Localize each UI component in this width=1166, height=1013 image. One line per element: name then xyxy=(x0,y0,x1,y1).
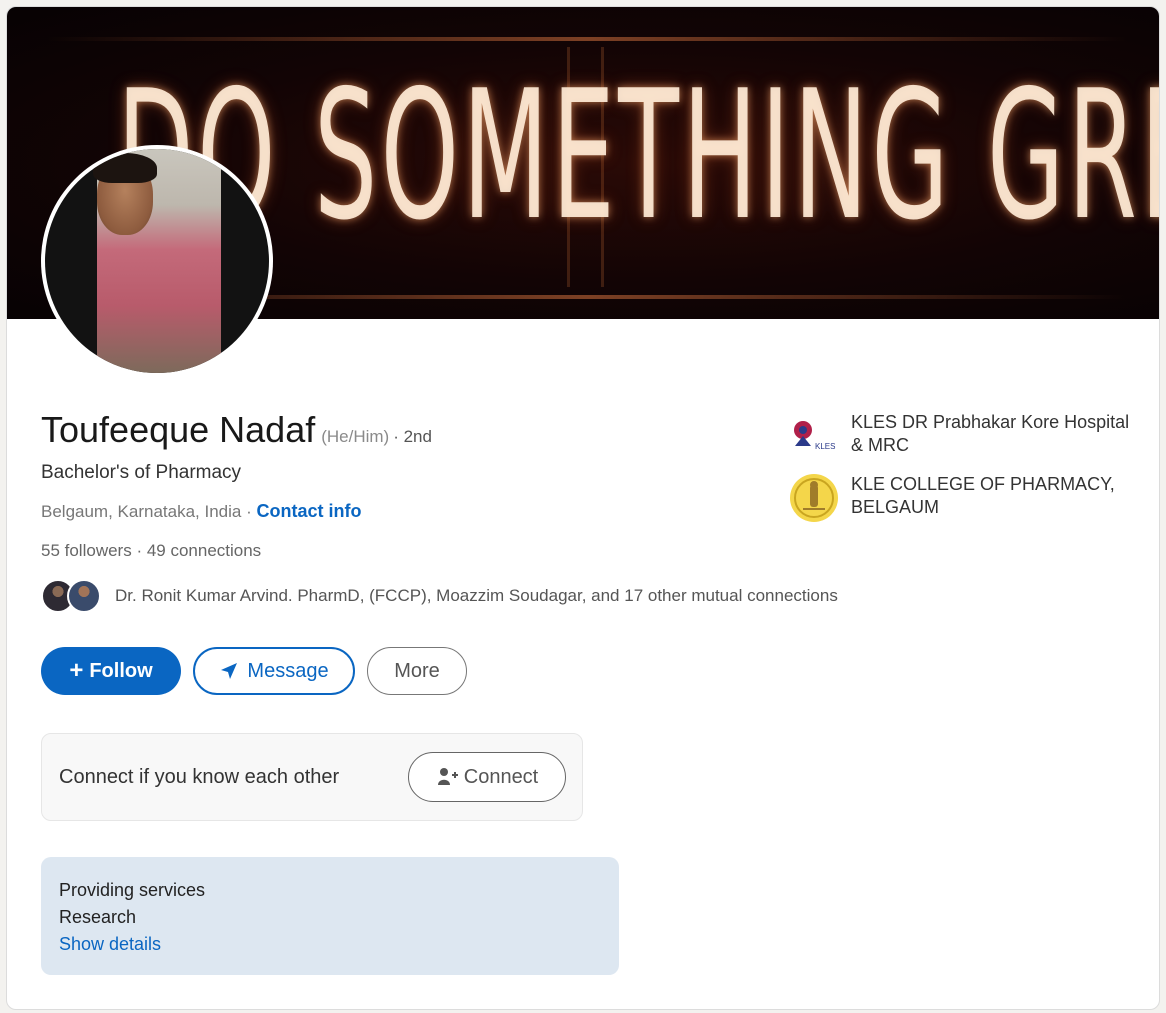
profile-name: Toufeeque Nadaf xyxy=(41,409,316,450)
connect-button[interactable]: Connect xyxy=(408,752,566,802)
profile-location: Belgaum, Karnataka, India · xyxy=(41,502,252,521)
message-button[interactable]: Message xyxy=(193,647,355,695)
services-value: Research xyxy=(59,907,137,927)
kle-college-seal-icon xyxy=(789,473,839,523)
connect-label: Connect xyxy=(463,765,539,788)
mutual-connections-text: Dr. Ronit Kumar Arvind. PharmD, (FCCP), … xyxy=(115,586,838,605)
services-card: Providing services Research Show details xyxy=(41,857,619,975)
mutual-connections[interactable]: Dr. Ronit Kumar Arvind. PharmD, (FCCP), … xyxy=(41,579,838,613)
connections-count[interactable]: · 49 connections xyxy=(132,541,261,560)
stats-row: 55 followers · 49 connections xyxy=(41,541,261,561)
banner-text: DO SOMETHING GREAT xyxy=(117,52,1159,259)
send-icon xyxy=(219,661,239,681)
show-details-link[interactable]: Show details xyxy=(59,931,619,958)
profile-card: DO SOMETHING GREAT Toufeeque Nadaf (He/H… xyxy=(6,6,1160,1010)
organization-name: KLES DR Prabhakar Kore Hospital & MRC xyxy=(851,412,1130,455)
follow-button[interactable]: + Follow xyxy=(41,647,181,695)
contact-info-link[interactable]: Contact info xyxy=(256,501,361,521)
follow-label: Follow xyxy=(89,659,153,682)
mutual-avatar xyxy=(67,579,101,613)
add-person-icon xyxy=(436,766,458,788)
services-title: Providing services xyxy=(59,880,206,900)
profile-photo-image xyxy=(45,149,269,373)
followers-count: 55 followers xyxy=(41,541,132,560)
more-label: More xyxy=(394,659,440,682)
message-label: Message xyxy=(247,659,329,682)
profile-headline: Bachelor's of Pharmacy xyxy=(41,462,242,483)
connection-degree: · 2nd xyxy=(393,427,432,446)
banner-neon-bar xyxy=(47,37,1127,41)
profile-pronouns: (He/Him) xyxy=(321,427,390,446)
svg-text:KLES: KLES xyxy=(815,442,835,451)
plus-icon: + xyxy=(69,657,84,684)
kles-logo-icon: KLES xyxy=(789,411,839,461)
organization-item-college[interactable]: KLE COLLEGE OF PHARMACY, BELGAUM xyxy=(789,473,1141,523)
name-row: Toufeeque Nadaf (He/Him) · 2nd xyxy=(41,409,432,451)
location-row: Belgaum, Karnataka, India · Contact info xyxy=(41,501,361,522)
connect-prompt: Connect if you know each other Connect xyxy=(41,733,583,821)
connect-prompt-text: Connect if you know each other xyxy=(59,766,340,788)
profile-photo[interactable] xyxy=(41,145,273,377)
organization-item-hospital[interactable]: KLES KLES DR Prabhakar Kore Hospital & M… xyxy=(789,411,1141,461)
profile-actions: + Follow Message More xyxy=(41,647,467,695)
more-button[interactable]: More xyxy=(367,647,467,695)
organization-name: KLE COLLEGE OF PHARMACY, BELGAUM xyxy=(851,474,1115,517)
